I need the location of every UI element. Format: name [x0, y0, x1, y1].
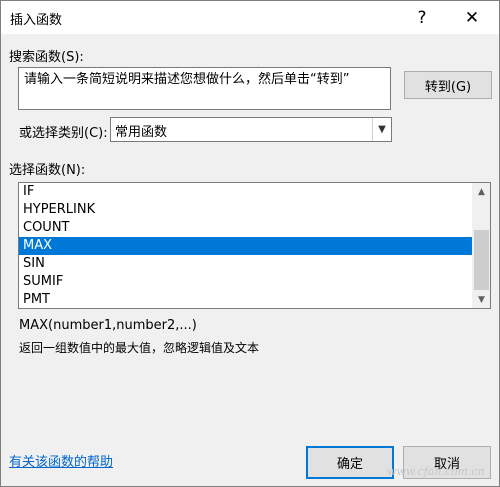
- category-select[interactable]: 常用函数 ▼: [110, 117, 392, 142]
- scroll-down-icon[interactable]: ▼: [473, 291, 490, 308]
- category-value: 常用函数: [115, 125, 168, 140]
- search-input[interactable]: 请输入一条简短说明来描述您想做什么，然后单击“转到”: [18, 67, 391, 110]
- search-input-text: 请输入一条简短说明来描述您想做什么，然后单击“转到”: [24, 72, 350, 87]
- insert-function-dialog: 插入函数 ? ✕ 搜索函数(S): 请输入一条简短说明来描述您想做什么，然后单击…: [0, 0, 500, 487]
- list-item[interactable]: SIN: [19, 255, 472, 273]
- search-label: 搜索函数(S):: [9, 50, 84, 65]
- scroll-thumb[interactable]: [474, 230, 489, 290]
- category-label: 或选择类别(C):: [19, 126, 108, 141]
- help-icon[interactable]: ?: [399, 1, 445, 34]
- list-item-selected[interactable]: MAX: [19, 237, 472, 255]
- list-item[interactable]: IF: [19, 183, 472, 201]
- go-button-label: 转到(G): [424, 79, 472, 95]
- help-link[interactable]: 有关该函数的帮助: [9, 451, 113, 470]
- list-item[interactable]: COUNT: [19, 219, 472, 237]
- watermark: www.cfan.com.cn: [387, 465, 485, 478]
- function-list-label: 选择函数(N):: [9, 163, 86, 178]
- ok-button-label: 确定: [336, 457, 363, 472]
- list-item[interactable]: PMT: [19, 291, 472, 308]
- title-bar: 插入函数 ? ✕: [1, 1, 499, 34]
- function-description: 返回一组数值中的最大值，忽略逻辑值及文本: [19, 341, 260, 355]
- function-signature: MAX(number1,number2,...): [19, 318, 197, 333]
- ok-button[interactable]: 确定: [306, 446, 394, 479]
- list-item[interactable]: HYPERLINK: [19, 201, 472, 219]
- dialog-title: 插入函数: [10, 13, 63, 28]
- close-icon[interactable]: ✕: [449, 1, 495, 34]
- list-item[interactable]: SUMIF: [19, 273, 472, 291]
- go-button[interactable]: 转到(G): [404, 71, 492, 99]
- scrollbar[interactable]: ▲ ▼: [472, 183, 490, 308]
- chevron-down-icon[interactable]: ▼: [372, 118, 391, 141]
- scroll-up-icon[interactable]: ▲: [473, 183, 490, 200]
- function-list[interactable]: IF HYPERLINK COUNT MAX SIN SUMIF PMT ▲ ▼: [18, 182, 491, 309]
